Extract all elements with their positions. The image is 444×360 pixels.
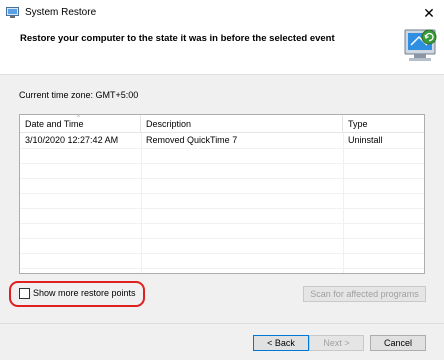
row-date: 3/10/2020 12:27:42 AM bbox=[25, 135, 119, 145]
system-restore-icon bbox=[6, 7, 19, 18]
footer-divider bbox=[0, 323, 444, 324]
next-button[interactable]: Next > bbox=[309, 335, 364, 351]
system-restore-computer-icon bbox=[404, 29, 437, 61]
cancel-button[interactable]: Cancel bbox=[370, 335, 426, 351]
column-header-type[interactable]: Type bbox=[343, 115, 424, 132]
column-header-date[interactable]: Date and Time ^ bbox=[20, 115, 141, 132]
row-description: Removed QuickTime 7 bbox=[146, 135, 238, 145]
empty-row bbox=[20, 193, 424, 209]
window-title: System Restore bbox=[25, 7, 97, 18]
title-bar: System Restore ✕ bbox=[0, 0, 444, 26]
empty-row bbox=[20, 253, 424, 269]
empty-row bbox=[20, 163, 424, 179]
empty-row bbox=[20, 148, 424, 164]
table-header: Date and Time ^ Description Type bbox=[20, 115, 424, 133]
back-button[interactable]: < Back bbox=[253, 335, 309, 351]
table-body: 3/10/2020 12:27:42 AM Removed QuickTime … bbox=[20, 133, 424, 273]
table-row[interactable]: 3/10/2020 12:27:42 AM Removed QuickTime … bbox=[20, 133, 424, 149]
highlight-annotation bbox=[9, 281, 145, 307]
empty-row bbox=[20, 238, 424, 254]
system-restore-window: System Restore ✕ Restore your computer t… bbox=[0, 0, 444, 360]
column-header-description[interactable]: Description bbox=[141, 115, 343, 132]
current-time-zone: Current time zone: GMT+5:00 bbox=[19, 90, 139, 100]
scan-affected-programs-button[interactable]: Scan for affected programs bbox=[303, 286, 426, 302]
column-label-date: Date and Time bbox=[25, 119, 84, 129]
empty-row bbox=[20, 178, 424, 194]
close-icon[interactable]: ✕ bbox=[414, 0, 444, 26]
empty-row bbox=[20, 223, 424, 239]
header-band: Restore your computer to the state it wa… bbox=[0, 26, 444, 75]
sort-caret-icon: ^ bbox=[77, 115, 80, 121]
header-title: Restore your computer to the state it wa… bbox=[20, 33, 335, 44]
empty-row bbox=[20, 208, 424, 224]
row-type: Uninstall bbox=[348, 135, 383, 145]
restore-points-table: Date and Time ^ Description Type 3/10/20… bbox=[19, 114, 425, 274]
